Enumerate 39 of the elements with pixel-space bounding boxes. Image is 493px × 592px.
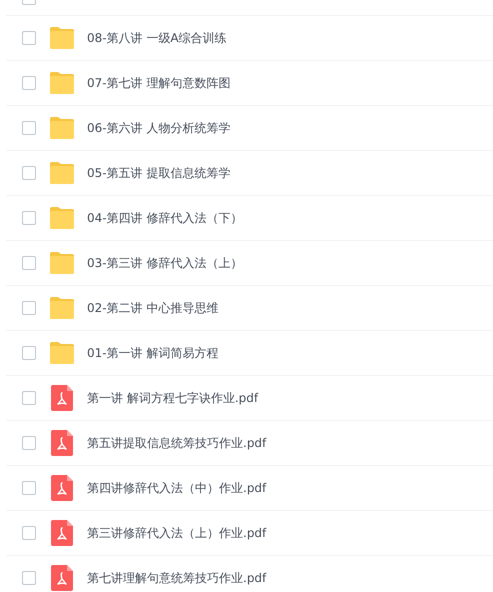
checkbox[interactable]: [22, 571, 36, 585]
pdf-file-icon: [51, 520, 73, 546]
folder-icon: [49, 297, 75, 319]
file-name[interactable]: 08-第八讲 一级A综合训练: [87, 29, 227, 47]
folder-icon: [49, 252, 75, 274]
file-name[interactable]: 01-第一讲 解词简易方程: [87, 344, 218, 362]
checkbox[interactable]: [22, 121, 36, 135]
file-name[interactable]: 第三讲修辞代入法（上）作业.pdf: [87, 524, 266, 542]
file-name[interactable]: 06-第六讲 人物分析统筹学: [87, 119, 230, 137]
folder-icon: [49, 342, 75, 364]
checkbox[interactable]: [22, 391, 36, 405]
file-name[interactable]: 第四讲修辞代入法（中）作业.pdf: [87, 479, 266, 497]
file-name[interactable]: 第一讲 解词方程七字诀作业.pdf: [87, 389, 258, 407]
folder-icon: [49, 27, 75, 49]
folder-icon: [49, 162, 75, 184]
checkbox[interactable]: [22, 526, 36, 540]
checkbox[interactable]: [22, 301, 36, 315]
pdf-file-icon: [51, 430, 73, 456]
folder-icon: [49, 117, 75, 139]
pdf-file-icon: [51, 475, 73, 501]
checkbox[interactable]: [22, 31, 36, 45]
file-name[interactable]: 02-第二讲 中心推导思维: [87, 299, 218, 317]
file-name[interactable]: 03-第三讲 修辞代入法（上）: [87, 254, 242, 272]
checkbox[interactable]: [22, 481, 36, 495]
pdf-file-icon: [51, 565, 73, 591]
checkbox[interactable]: [22, 256, 36, 270]
checkbox[interactable]: [22, 346, 36, 360]
checkbox[interactable]: [22, 166, 36, 180]
pdf-file-icon: [51, 385, 73, 411]
checkbox[interactable]: [22, 211, 36, 225]
file-name[interactable]: 04-第四讲 修辞代入法（下）: [87, 209, 242, 227]
folder-icon: [49, 207, 75, 229]
checkbox[interactable]: [22, 76, 36, 90]
file-name[interactable]: 第七讲理解句意统筹技巧作业.pdf: [87, 569, 266, 587]
file-name[interactable]: 第五讲提取信息统筹技巧作业.pdf: [87, 434, 266, 452]
file-name[interactable]: 05-第五讲 提取信息统筹学: [87, 164, 230, 182]
folder-icon: [49, 72, 75, 94]
checkbox[interactable]: [22, 436, 36, 450]
file-name[interactable]: 07-第七讲 理解句意数阵图: [87, 74, 230, 92]
